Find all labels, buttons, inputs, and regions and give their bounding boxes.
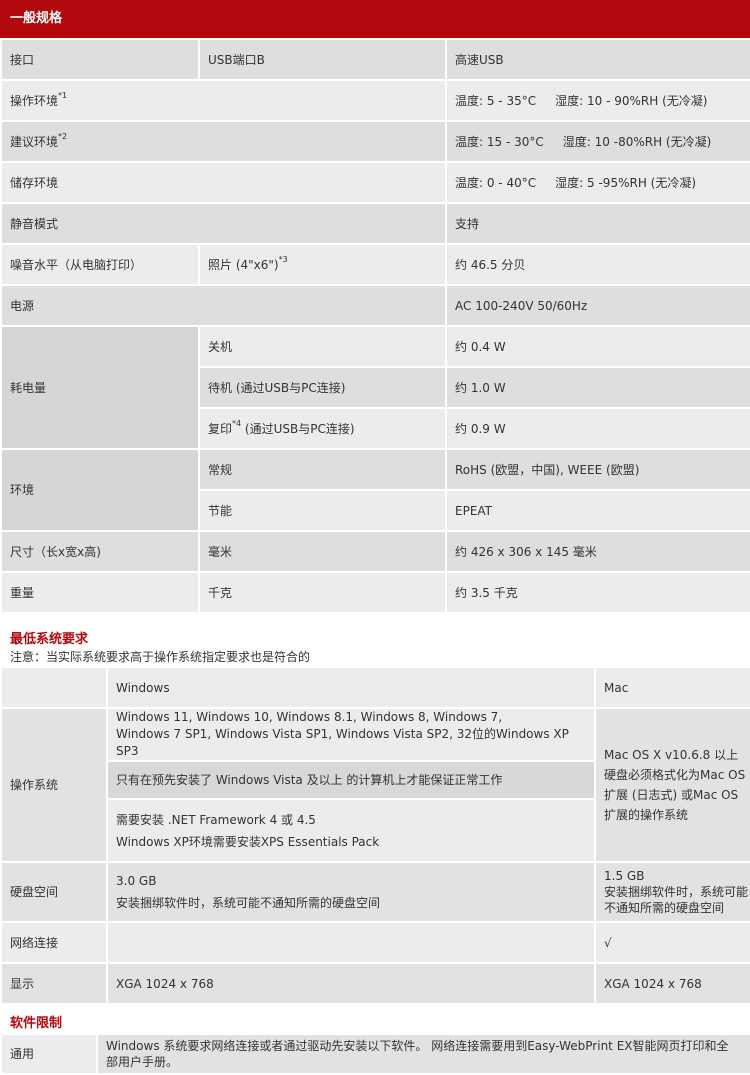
row-label: 通用	[0, 1033, 98, 1075]
spec-label: 环境	[0, 448, 200, 532]
table-row: 接口 USB端口B 高速USB	[0, 38, 750, 81]
footnote-mark: *3	[278, 254, 288, 264]
spec-label: 重量	[0, 571, 200, 614]
footnote-mark: *4	[232, 418, 242, 428]
mac-disk-size: 1.5 GB	[604, 869, 645, 883]
footnote-mark: *2	[58, 131, 68, 141]
spec-value: 约 1.0 W	[445, 366, 750, 409]
table-row: 操作环境*1 温度: 5 - 35°C 湿度: 10 - 90%RH (无冷凝)	[0, 79, 750, 122]
row-label: 网络连接	[0, 921, 108, 964]
table-row: Windows Mac	[0, 666, 750, 709]
spec-value: 支持	[445, 202, 750, 245]
spec-value: AC 100-240V 50/60Hz	[445, 284, 750, 327]
system-requirements-note: 注意：当实际系统要求高于操作系统指定要求也是符合的	[10, 650, 311, 664]
header-empty-cell	[0, 666, 108, 709]
spec-value: 温度: 5 - 35°C 湿度: 10 - 90%RH (无冷凝)	[445, 79, 750, 122]
net-framework-note: 需要安装 .NET Framework 4 或 4.5	[116, 812, 316, 827]
spec-label: 操作环境	[10, 93, 59, 108]
windows-disk-cell: 3.0 GB 安装捆绑软件时，系统可能不通知所需的硬盘空间	[106, 861, 596, 923]
xps-pack-note: Windows XP环境需要安装XPS Essentials Pack	[116, 834, 380, 849]
spec-sub: 复印	[208, 421, 233, 436]
table-row: 电源 AC 100-240V 50/60Hz	[0, 284, 750, 327]
spec-label-cell: 建议环境*2	[0, 120, 447, 163]
mac-disk-note: 安装捆绑软件时，系统可能不通知所需的硬盘空间	[604, 885, 749, 915]
spec-sub: 关机	[198, 325, 447, 368]
table-row: 通用 Windows 系统要求网络连接或者通过驱动先安装以下软件。 网络连接需要…	[0, 1033, 750, 1075]
table-row: 重量 千克 约 3.5 千克	[0, 571, 750, 614]
spec-sub: 待机 (通过USB与PC连接)	[198, 366, 447, 409]
spec-sub: 照片 (4"x6")	[208, 257, 279, 272]
windows-os-line: Windows 11, Windows 10, Windows 8.1, Win…	[116, 710, 503, 724]
windows-network-value	[106, 921, 596, 964]
mac-os-format: 硬盘必须格式化为Mac OS扩展 (日志式) 或Mac OS扩展的操作系统	[604, 768, 746, 822]
table-row: 显示 XGA 1024 x 768 XGA 1024 x 768	[0, 962, 750, 1005]
table-row: 储存环境 温度: 0 - 40°C 湿度: 5 -95%RH (无冷凝)	[0, 161, 750, 204]
windows-disk-note: 安装捆绑软件时，系统可能不通知所需的硬盘空间	[116, 896, 381, 910]
mac-disk-cell: 1.5 GB 安装捆绑软件时，系统可能不通知所需的硬盘空间	[594, 861, 750, 923]
spec-value: 温度: 0 - 40°C 湿度: 5 -95%RH (无冷凝)	[445, 161, 750, 204]
mac-os-cell: Mac OS X v10.6.8 以上 硬盘必须格式化为Mac OS扩展 (日志…	[594, 707, 750, 863]
column-header-mac: Mac	[594, 666, 750, 709]
spec-value: 约 3.5 千克	[445, 571, 750, 614]
general-spec-header: 一般规格	[0, 0, 750, 38]
spec-sub: 节能	[198, 489, 447, 532]
spec-label: 耗电量	[0, 325, 200, 450]
spec-value: 约 46.5 分贝	[445, 243, 750, 286]
spec-value: RoHS (欧盟，中国), WEEE (欧盟)	[445, 448, 750, 491]
row-label: 硬盘空间	[0, 861, 108, 923]
row-label: 操作系统	[0, 707, 108, 863]
spec-value: 约 426 x 306 x 145 毫米	[445, 530, 750, 573]
windows-os-line: Windows 7 SP1, Windows Vista SP1, Window…	[116, 727, 569, 758]
spec-sub: 毫米	[198, 530, 447, 573]
table-row: 耗电量 关机 约 0.4 W	[0, 325, 750, 450]
spec-value: EPEAT	[445, 489, 750, 532]
software-limits-title: 软件限制	[10, 1016, 63, 1031]
spec-label: 尺寸（长x宽x高)	[0, 530, 200, 573]
general-spec-table: 接口 USB端口B 高速USB 操作环境*1 温度: 5 - 35°C 湿度: …	[0, 38, 750, 614]
table-row: 建议环境*2 温度: 15 - 30°C 湿度: 10 -80%RH (无冷凝)	[0, 120, 750, 163]
spec-label-cell: 操作环境*1	[0, 79, 447, 122]
software-limits-table: 通用 Windows 系统要求网络连接或者通过驱动先安装以下软件。 网络连接需要…	[0, 1033, 750, 1075]
spec-sub: 千克	[198, 571, 447, 614]
table-row: 噪音水平（从电脑打印） 照片 (4"x6")*3 约 46.5 分贝	[0, 243, 750, 286]
spec-sub-suffix: (通过USB与PC连接)	[241, 421, 355, 436]
software-limit-text: Windows 系统要求网络连接或者通过驱动先安装以下软件。 网络连接需要用到E…	[96, 1033, 750, 1075]
spec-label: 建议环境	[10, 134, 59, 149]
spec-sub-cell: 复印*4 (通过USB与PC连接)	[198, 407, 447, 450]
mac-network-value: √	[594, 921, 750, 964]
spec-value: 高速USB	[445, 38, 750, 81]
windows-vista-note: 只有在预先安装了 Windows Vista 及以上 的计算机上才能保证正常工作	[106, 760, 596, 800]
spec-label: 接口	[0, 38, 200, 81]
windows-display-value: XGA 1024 x 768	[106, 962, 596, 1005]
table-row: 操作系统 Windows 11, Windows 10, Windows 8.1…	[0, 707, 750, 863]
spec-label: 电源	[0, 284, 447, 327]
system-requirements-table: Windows Mac 操作系统 Windows 11, Windows 10,…	[0, 666, 750, 1005]
spec-value: 温度: 15 - 30°C 湿度: 10 -80%RH (无冷凝)	[445, 120, 750, 163]
spec-sub-cell: 照片 (4"x6")*3	[198, 243, 447, 286]
spec-sub: USB端口B	[198, 38, 447, 81]
windows-net-requirements: 需要安装 .NET Framework 4 或 4.5 Windows XP环境…	[106, 798, 596, 863]
windows-disk-size: 3.0 GB	[116, 874, 157, 888]
table-row: 硬盘空间 3.0 GB 安装捆绑软件时，系统可能不通知所需的硬盘空间 1.5 G…	[0, 861, 750, 923]
table-row: 静音模式 支持	[0, 202, 750, 245]
general-spec-title: 一般规格	[10, 11, 63, 26]
table-row: 环境 常规 RoHS (欧盟，中国), WEEE (欧盟)	[0, 448, 750, 532]
spec-value: 约 0.9 W	[445, 407, 750, 450]
system-requirements-title: 最低系统要求	[10, 632, 89, 647]
mac-display-value: XGA 1024 x 768	[594, 962, 750, 1005]
table-row: 尺寸（长x宽x高) 毫米 约 426 x 306 x 145 毫米	[0, 530, 750, 573]
row-label: 显示	[0, 962, 108, 1005]
spec-sub: 常规	[198, 448, 447, 491]
spec-value: 约 0.4 W	[445, 325, 750, 368]
footnote-mark: *1	[58, 90, 68, 100]
column-header-windows: Windows	[106, 666, 596, 709]
spec-label: 噪音水平（从电脑打印）	[0, 243, 200, 286]
spec-label: 静音模式	[0, 202, 447, 245]
table-row: 网络连接 √	[0, 921, 750, 964]
windows-os-list: Windows 11, Windows 10, Windows 8.1, Win…	[106, 707, 596, 762]
mac-os-version: Mac OS X v10.6.8 以上	[604, 748, 739, 762]
spec-label: 储存环境	[0, 161, 447, 204]
